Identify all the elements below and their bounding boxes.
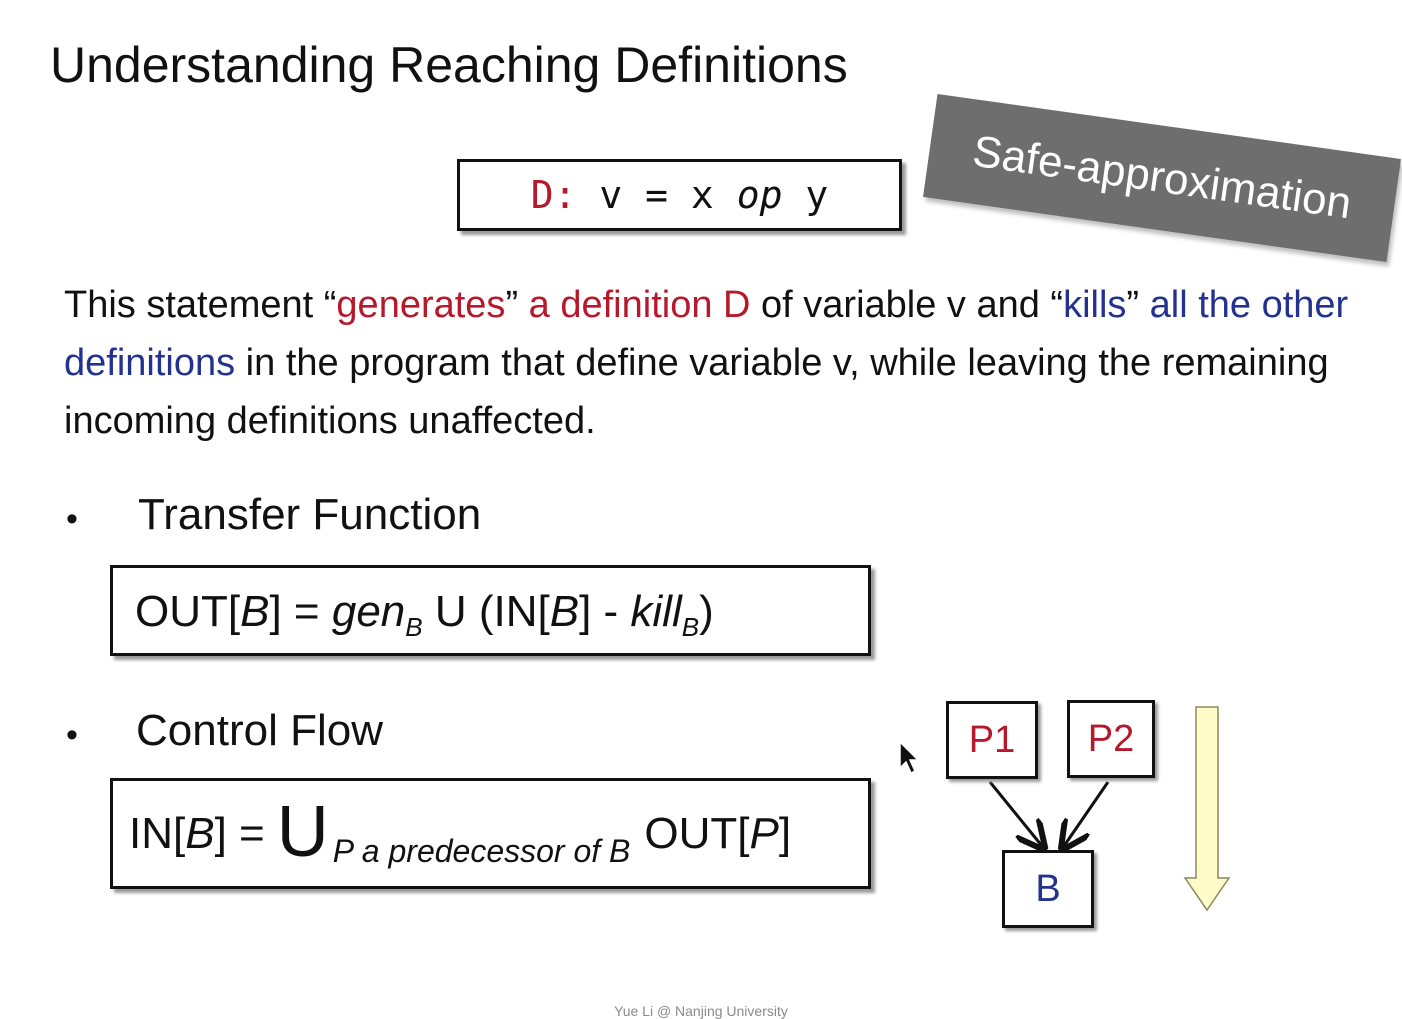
node-p2: P2 [1067,700,1155,778]
formula-text: IN[ [129,808,186,858]
edge-p1-to-b [988,781,1042,846]
para-text: ” [1126,284,1150,326]
union-subscript: P a predecessor of B [332,833,631,869]
slide-title: Understanding Reaching Definitions [50,37,848,93]
statement-op: op [736,173,783,217]
formula-text: ] = [214,808,265,858]
bullet-control-flow: Control Flow [136,706,383,755]
safe-approximation-banner: Safe-approximation [923,93,1401,263]
formula-var: B [240,587,270,636]
big-union-symbol: U [276,791,329,872]
formula-text: ] - [579,587,631,636]
node-p2-label: P2 [1087,717,1135,760]
formula-text: ) [699,587,714,636]
formula-text: ] [778,808,792,858]
formula-sub: B [681,611,700,642]
edge-p2-to-b [1064,781,1110,846]
formula-text: ] = [269,587,332,636]
definition-label: D: [530,173,577,217]
para-text: This statement “ [64,284,337,326]
formula-gen: gen [331,587,406,636]
node-b: B [1002,850,1094,928]
mouse-cursor-icon [899,740,920,775]
para-text: of variable v and “ [750,284,1064,326]
node-b-label: B [1035,867,1061,910]
node-p1: P1 [946,701,1038,779]
formula-var: P [749,808,779,858]
transfer-function-formula: OUT[B] = genB U (IN[B] - killB) [110,565,871,656]
formula-kill: kill [630,587,682,636]
para-kills: kills [1063,284,1127,326]
statement-lhs: v = x [576,173,737,217]
para-text: in the program that define variable v, w… [64,342,1329,442]
flow-direction-arrow-icon [1183,706,1231,912]
formula-sub: B [405,611,423,642]
control-flow-formula: IN[B] = U P a predecessor of B OUT[P] [110,778,871,889]
bullet-marker: • [66,500,78,538]
definition-statement-box: D: v = x op y [457,159,902,231]
para-text: ” [505,284,529,326]
footer-credit: Yue Li @ Nanjing University [614,1003,788,1019]
para-definition-d: a definition D [528,284,751,326]
explanation-paragraph: This statement “generates” a definition … [64,276,1364,450]
statement-rhs: y [782,173,829,217]
bullet-transfer-function: Transfer Function [138,490,482,539]
bullet-marker: • [66,716,78,754]
formula-var: B [185,808,215,858]
node-p1-label: P1 [968,718,1016,761]
para-generates: generates [336,284,506,326]
formula-var: B [549,587,580,636]
formula-text: OUT[ [644,808,750,858]
formula-text: OUT[ [135,587,241,636]
formula-text: U (IN[ [422,587,550,636]
